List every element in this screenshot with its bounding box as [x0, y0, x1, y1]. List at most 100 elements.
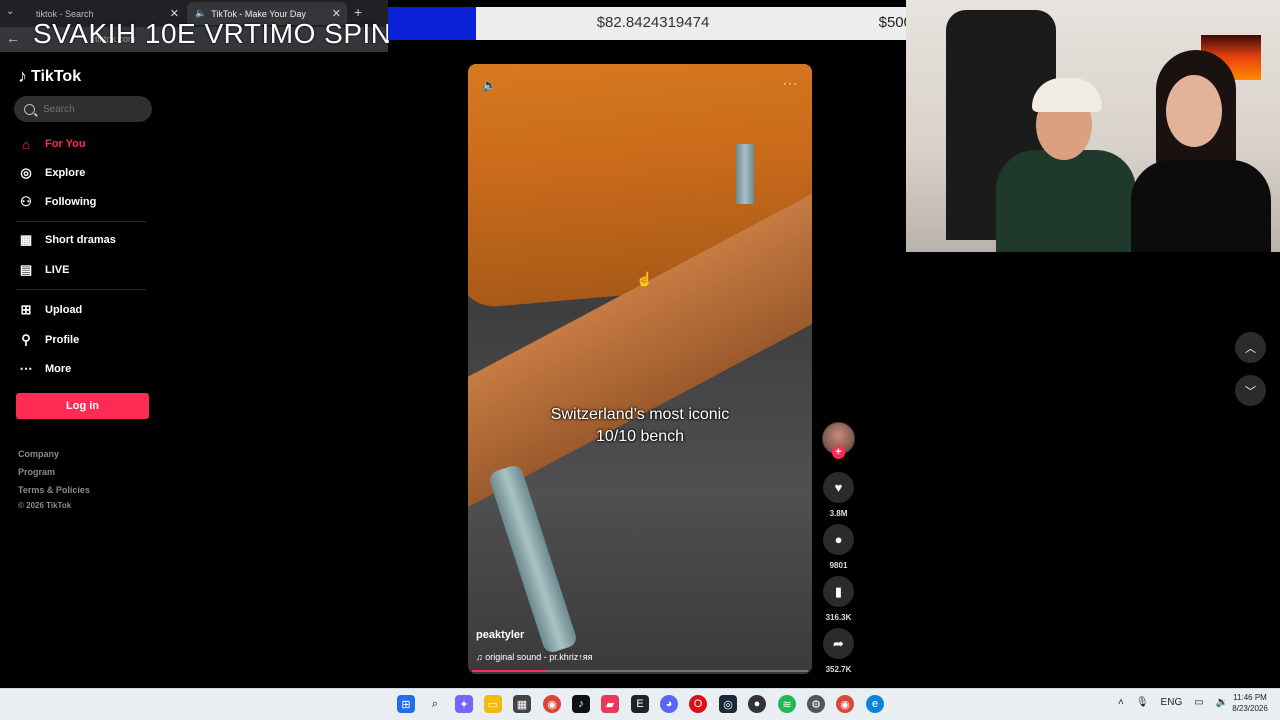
hand-cursor-icon: ☝ [636, 271, 654, 287]
top [1131, 160, 1271, 252]
share-button[interactable]: ➦ [823, 628, 854, 659]
volume-icon[interactable]: 🔈 [482, 78, 497, 92]
brand-name: TikTok [31, 67, 82, 85]
nav-divider [16, 289, 146, 290]
music-note-icon: ♫ [476, 652, 483, 662]
footer-terms[interactable]: Terms & Policies [18, 485, 90, 495]
video-progress-bar[interactable] [472, 670, 808, 672]
taskbar-search-icon[interactable]: ⌕ [426, 695, 444, 713]
nav-short-dramas[interactable]: ▦ Short dramas [18, 231, 116, 249]
nav-label: Short dramas [45, 234, 116, 246]
share-arrow-icon: ➦ [833, 635, 844, 651]
webcam-feed [906, 0, 1280, 252]
heart-icon: ♥ [834, 480, 843, 495]
clock-time: 11:46 PM [1233, 693, 1267, 702]
next-video-button[interactable]: ﹀ [1235, 375, 1266, 406]
video-sound[interactable]: ♫ original sound - pr.khriz↑яя [476, 652, 593, 662]
login-button[interactable]: Log in [16, 393, 149, 419]
language-indicator[interactable]: ENG [1161, 697, 1183, 708]
opera-icon[interactable]: O [689, 695, 707, 713]
nav-label: LIVE [45, 264, 70, 276]
profile-icon: ⚲ [21, 332, 31, 347]
microphone-icon[interactable]: 🎙 [1136, 697, 1149, 708]
footer-company[interactable]: Company [18, 449, 59, 459]
like-count: 3.8M [829, 509, 848, 518]
save-button[interactable]: ▮ [823, 576, 854, 607]
app-icon[interactable]: ▰ [601, 695, 619, 713]
streamer-person [996, 60, 1136, 252]
nav-profile[interactable]: ⚲ Profile [18, 331, 79, 349]
following-icon: ⚇ [20, 194, 32, 209]
video-frame-bench-leg [736, 144, 754, 204]
back-arrow-icon[interactable]: ← [6, 30, 20, 46]
search-input[interactable] [43, 103, 133, 115]
bookmark-icon: ▮ [834, 583, 843, 599]
live-tv-icon: ▤ [19, 262, 33, 277]
nav-upload[interactable]: ⊞ Upload [18, 301, 83, 319]
stream-overlay-title: SVAKIH 10E VRTIMO SPIN [33, 18, 392, 49]
tiktok-app-icon[interactable]: ♪ [572, 695, 590, 713]
taskbar-clock[interactable]: 11:46 PM 8/23/2026 [1224, 692, 1276, 714]
nav-label: More [45, 363, 72, 375]
video-progress-fill [472, 670, 546, 672]
chevron-up-icon[interactable]: ˄ [1118, 697, 1124, 708]
epic-games-icon[interactable]: E [631, 695, 649, 713]
search-box[interactable] [14, 96, 152, 122]
tiktok-note-icon: ♪ [18, 66, 27, 86]
nav-label: Explore [45, 167, 86, 179]
monitor-icon[interactable]: ▭ [1194, 697, 1203, 708]
tab-label: tiktok - Search [36, 8, 94, 19]
share-count: 352.7K [825, 665, 852, 674]
previous-video-button[interactable]: ︿ [1235, 332, 1266, 363]
settings-gear-icon[interactable]: ⚙ [807, 695, 825, 713]
nav-live[interactable]: ▤ LIVE [18, 261, 70, 279]
tab-menu-icon[interactable]: ⌄ [6, 6, 14, 17]
chevron-up-icon: ︿ [1245, 342, 1256, 355]
caption-line: Switzerland’s most iconic [550, 406, 730, 423]
face [1166, 75, 1222, 147]
discord-icon[interactable]: ◕ [660, 695, 678, 713]
footer-program[interactable]: Program [18, 467, 55, 477]
edge-icon[interactable]: e [866, 695, 884, 713]
jersey [996, 150, 1136, 252]
comment-button[interactable]: ● [823, 524, 854, 555]
compass-icon: ◎ [20, 165, 32, 180]
video-player[interactable]: 🔈 ··· Switzerland’s most iconic 10/10 be… [468, 64, 812, 674]
steam-icon[interactable]: ◎ [719, 695, 737, 713]
nav-for-you[interactable]: ⌂ For You [18, 135, 86, 153]
caption-line: 10/10 bench [595, 428, 685, 445]
nav-label: For You [45, 138, 86, 150]
donation-current-amount: $82.8424319474 [596, 14, 710, 31]
sound-label: original sound - pr.khriz↑яя [485, 652, 593, 662]
search-icon [24, 103, 35, 115]
video-author[interactable]: peaktyler [476, 629, 524, 641]
spotify-icon[interactable]: ≋ [778, 695, 796, 713]
nav-label: Upload [45, 304, 83, 316]
obs-icon[interactable]: ● [748, 695, 766, 713]
footer-copyright: © 2026 TikTok [18, 501, 72, 510]
save-count: 316.3K [825, 613, 852, 622]
nav-explore[interactable]: ◎ Explore [18, 164, 85, 182]
guest-person [1131, 50, 1271, 252]
comment-icon: ● [834, 532, 843, 547]
file-explorer-icon[interactable]: ▭ [484, 695, 502, 713]
more-dots-icon: ⋯ [19, 361, 33, 376]
nav-following[interactable]: ⚇ Following [18, 193, 96, 211]
copilot-icon[interactable]: ✦ [455, 695, 473, 713]
comment-count: 9801 [829, 561, 848, 570]
video-frame-bench-leg [487, 463, 579, 655]
follow-plus-icon[interactable]: + [832, 446, 845, 459]
clock-date: 8/23/2026 [1232, 704, 1268, 713]
windows-start-icon[interactable]: ⊞ [397, 695, 415, 713]
video-caption: Switzerland’s most iconic 10/10 bench [468, 404, 812, 448]
nav-more[interactable]: ⋯ More [18, 360, 72, 378]
video-more-icon[interactable]: ··· [783, 76, 798, 90]
tab-label: TikTok - Make Your Day [211, 8, 306, 19]
chrome-icon[interactable]: ◉ [836, 695, 854, 713]
cap [1032, 78, 1102, 112]
nav-label: Profile [45, 334, 80, 346]
store-icon[interactable]: ▦ [513, 695, 531, 713]
chrome-icon[interactable]: ◉ [543, 695, 561, 713]
like-button[interactable]: ♥ [823, 472, 854, 503]
tiktok-logo[interactable]: ♪ TikTok [18, 66, 81, 87]
